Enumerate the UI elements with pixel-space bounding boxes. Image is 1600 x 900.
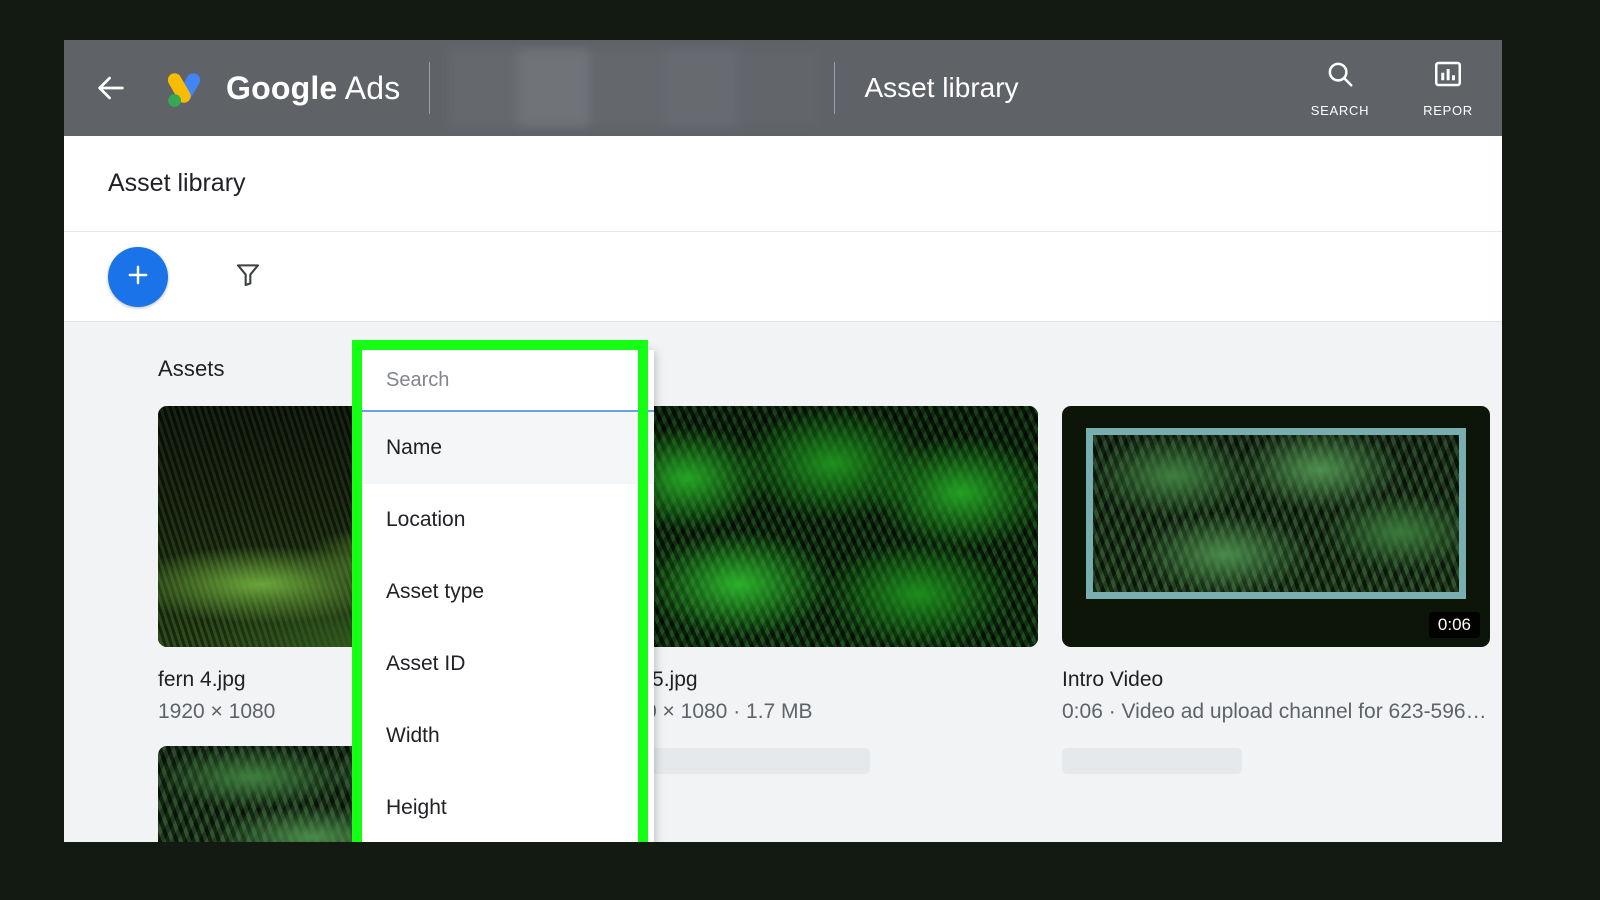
asset-meta: 1920 × 1080 · 1.7 MB <box>610 700 813 723</box>
google-ads-window: Google Ads Asset library SEARCH REPOR As… <box>64 40 1502 842</box>
topbar-reports-button[interactable]: REPOR <box>1394 59 1502 118</box>
top-bar: Google Ads Asset library SEARCH REPOR <box>64 40 1502 136</box>
topbar-search-label: SEARCH <box>1310 102 1370 118</box>
back-arrow-icon[interactable] <box>88 65 134 111</box>
dropdown-search-row[interactable] <box>362 350 654 412</box>
fern-image <box>610 406 1038 647</box>
fern-image <box>1093 435 1459 592</box>
new-asset-button[interactable] <box>108 246 168 307</box>
google-ads-wordmark: Google Ads <box>226 70 401 107</box>
asset-meta: 0:06 · Video ad upload channel for 623-5… <box>1062 700 1487 723</box>
video-thumbnail[interactable]: 0:06 <box>1062 406 1490 647</box>
asset-name: fern 5.jpg <box>610 668 698 691</box>
asset-name: Intro Video <box>1062 668 1164 691</box>
column-picker-dropdown[interactable]: Name Location Asset type Asset ID Width … <box>362 350 654 842</box>
skeleton-bar <box>1062 748 1242 774</box>
filter-button[interactable] <box>226 255 270 299</box>
topbar-divider-1 <box>428 62 430 114</box>
asset-grid: fern 4.jpg 1920 × 1080 fern 5.jpg 1920 ×… <box>158 406 1502 724</box>
video-duration-badge: 0:06 <box>1428 612 1480 638</box>
topbar-divider-2 <box>833 62 835 114</box>
plus-icon <box>124 261 152 292</box>
dropdown-item-location[interactable]: Location <box>362 484 654 556</box>
brand-google: Google <box>226 69 338 106</box>
dropdown-item-width[interactable]: Width <box>362 700 654 772</box>
video-letterbox <box>1086 428 1466 599</box>
topbar-search-button[interactable]: SEARCH <box>1286 59 1394 118</box>
dropdown-item-name[interactable]: Name <box>362 412 654 484</box>
page-header: Asset library <box>64 136 1502 232</box>
dropdown-item-asset-type[interactable]: Asset type <box>362 556 654 628</box>
filter-funnel-icon <box>234 260 262 293</box>
search-input[interactable] <box>386 368 651 392</box>
assets-section-heading: Assets <box>158 356 225 381</box>
asset-grid-row-2 <box>158 746 1502 842</box>
asset-card-placeholder <box>1062 746 1490 842</box>
dropdown-item-height[interactable]: Height <box>362 772 654 842</box>
brand-ads: Ads <box>344 69 401 106</box>
dropdown-item-asset-id[interactable]: Asset ID <box>362 628 654 700</box>
topbar-reports-label: REPOR <box>1423 102 1473 118</box>
account-selector-redacted[interactable] <box>447 49 820 127</box>
page-title: Asset library <box>108 169 246 197</box>
search-icon <box>1325 59 1355 94</box>
asset-toolbar <box>64 232 1502 322</box>
asset-thumbnail[interactable] <box>610 406 1038 647</box>
assets-content: Assets fern 4.jpg 1920 × 1080 fern 5.jpg… <box>64 322 1502 842</box>
search-icon[interactable] <box>651 363 654 398</box>
google-ads-logo[interactable]: Google Ads <box>160 64 401 112</box>
asset-card-video[interactable]: 0:06 Intro Video 0:06 · Video ad upload … <box>1062 406 1490 724</box>
topbar-title: Asset library <box>864 72 1019 103</box>
reports-icon <box>1433 59 1463 94</box>
asset-card-placeholder <box>610 746 1038 842</box>
asset-card[interactable]: fern 5.jpg 1920 × 1080 · 1.7 MB <box>610 406 1038 724</box>
topbar-actions: SEARCH REPOR <box>1286 40 1502 136</box>
